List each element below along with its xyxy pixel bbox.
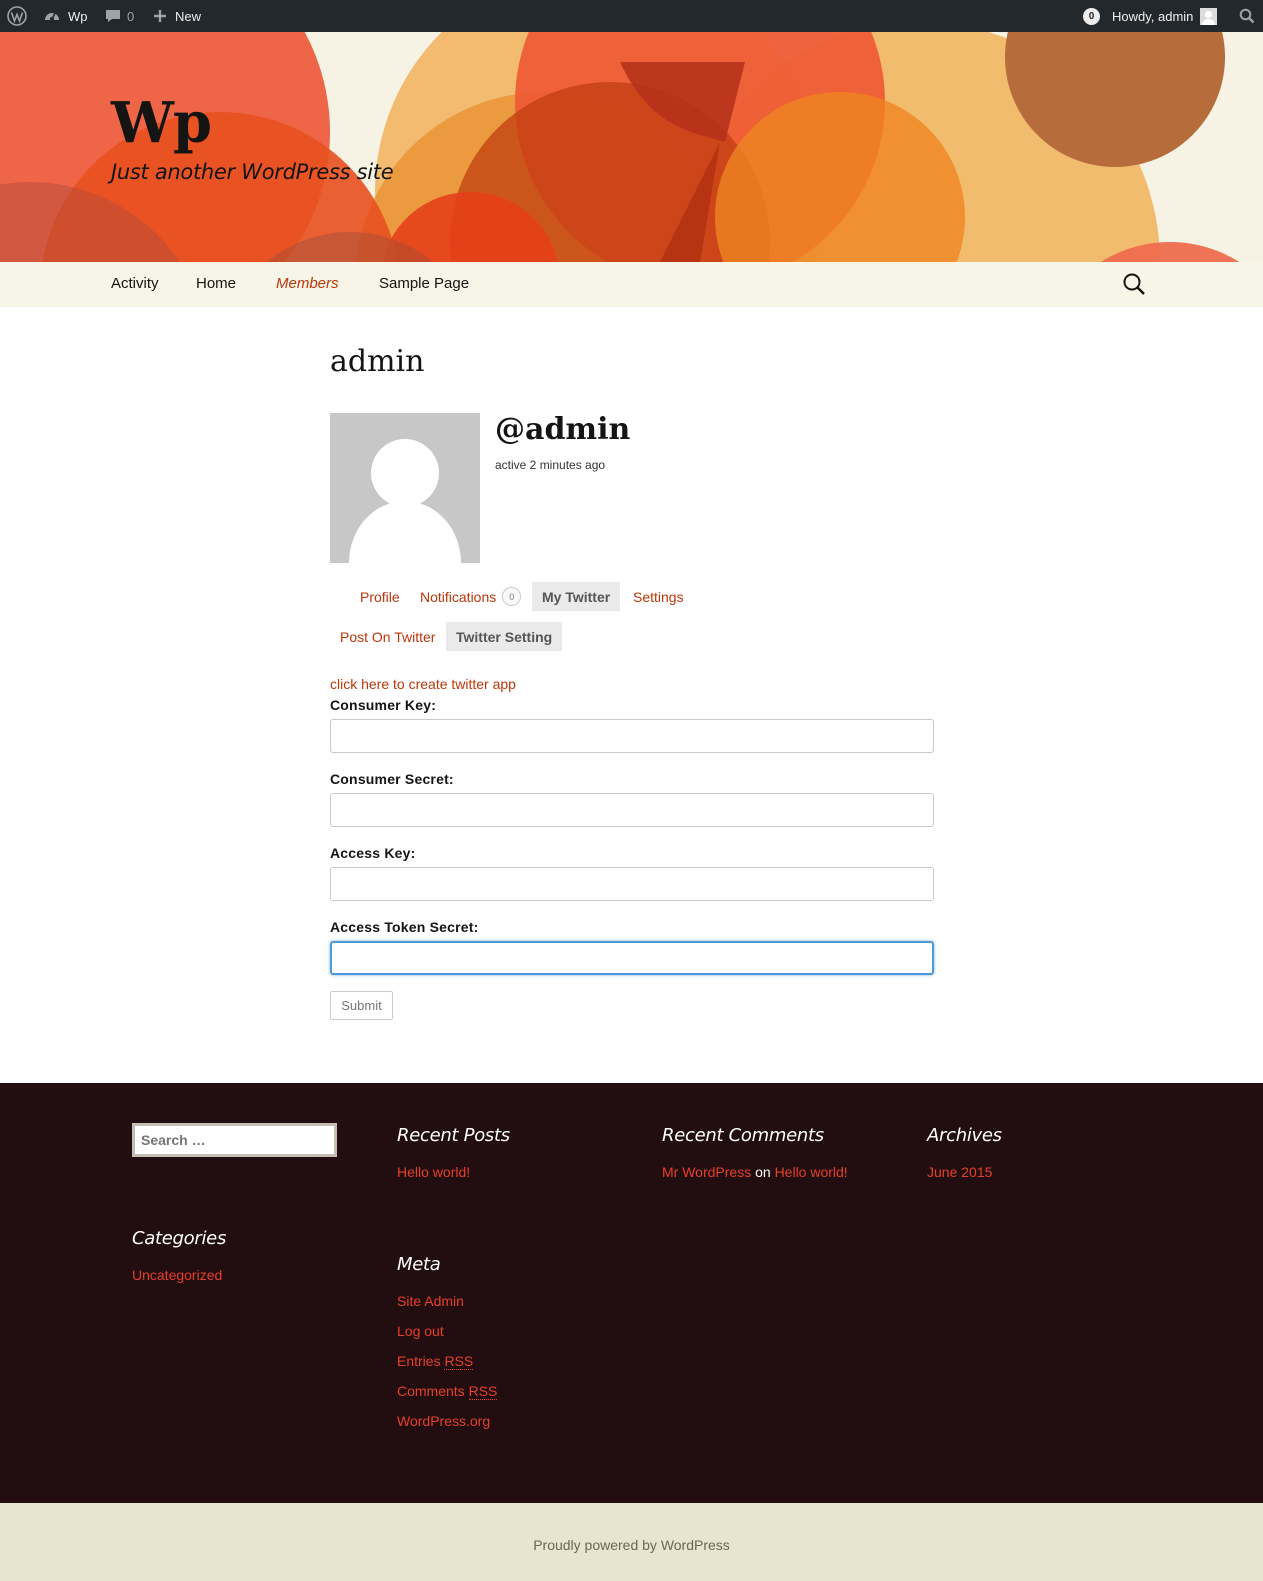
tab-profile-label: Profile <box>360 588 400 605</box>
plus-icon <box>153 9 167 23</box>
consumer-secret-label: Consumer Secret: <box>330 771 454 787</box>
tab-notifications[interactable]: Notifications 0 <box>410 582 531 611</box>
subtab-twitter-setting-label: Twitter Setting <box>456 628 553 645</box>
new-label: New <box>175 8 202 24</box>
dashboard-icon <box>43 7 61 25</box>
comments-menu[interactable]: 0 <box>105 0 134 32</box>
access-key-label: Access Key: <box>330 845 416 861</box>
categories-title: Categories <box>132 1228 227 1249</box>
subtab-post-on-twitter[interactable]: Post On Twitter <box>330 622 445 651</box>
create-twitter-app-link[interactable]: click here to create twitter app <box>330 676 516 692</box>
recent-comment-item: Mr WordPress on Hello world! <box>662 1164 848 1180</box>
recent-post-link[interactable]: Hello world! <box>397 1164 470 1180</box>
wordpress-logo-icon[interactable] <box>7 0 27 32</box>
comments-label: Comments <box>397 1383 465 1399</box>
entries-label: Entries <box>397 1353 441 1369</box>
tab-my-twitter-label: My Twitter <box>542 588 611 605</box>
recent-posts-title: Recent Posts <box>397 1125 510 1146</box>
entries-rss-abbr: RSS <box>444 1353 474 1370</box>
footer-widgets: Recent Posts Hello world! Recent Comment… <box>0 1083 1263 1503</box>
comments-count: 0 <box>127 8 135 24</box>
notifications-count-badge: 0 <box>502 587 522 606</box>
new-content-menu[interactable]: New <box>153 0 201 32</box>
meta-site-admin-link[interactable]: Site Admin <box>397 1293 464 1309</box>
last-activity: active 2 minutes ago <box>495 458 606 472</box>
nav-item-activity[interactable]: Activity <box>111 275 159 292</box>
nav-item-sample-page[interactable]: Sample Page <box>379 275 469 292</box>
admin-bar: Wp 0 New 0 Howdy, admin <box>0 0 1263 32</box>
meta-log-out-link[interactable]: Log out <box>397 1323 444 1339</box>
main-navigation: Activity Home Members Sample Page <box>0 262 1263 307</box>
nav-item-home[interactable]: Home <box>196 275 236 292</box>
subtab-twitter-setting[interactable]: Twitter Setting <box>446 622 563 651</box>
archive-link[interactable]: June 2015 <box>927 1164 992 1180</box>
meta-entries-rss-link[interactable]: Entries RSS <box>397 1353 474 1370</box>
powered-by-link[interactable]: Proudly powered by WordPress <box>0 1537 1263 1553</box>
my-account-menu[interactable]: Howdy, admin <box>1112 0 1218 32</box>
meta-comments-rss-link[interactable]: Comments RSS <box>397 1383 498 1400</box>
comment-icon <box>105 8 121 24</box>
meta-wordpress-org-link[interactable]: WordPress.org <box>397 1413 490 1429</box>
tab-profile[interactable]: Profile <box>350 582 410 611</box>
site-menu[interactable]: Wp <box>43 0 88 32</box>
comments-rss-abbr: RSS <box>468 1383 498 1400</box>
access-token-secret-label: Access Token Secret: <box>330 919 479 935</box>
archives-title: Archives <box>927 1125 1002 1146</box>
recent-comments-title: Recent Comments <box>662 1125 824 1146</box>
subtab-post-on-twitter-label: Post On Twitter <box>340 628 436 645</box>
submit-button[interactable]: Submit <box>330 991 393 1020</box>
site-header: Wp Just another WordPress site <box>0 32 1263 262</box>
site-name: Wp <box>68 8 88 24</box>
avatar[interactable] <box>330 413 480 563</box>
notifications-badge: 0 <box>1083 7 1100 25</box>
comment-post-link[interactable]: Hello world! <box>775 1164 848 1180</box>
meta-title: Meta <box>397 1254 441 1275</box>
tab-my-twitter[interactable]: My Twitter <box>532 582 621 611</box>
notifications-menu[interactable]: 0 <box>1083 0 1100 32</box>
site-title[interactable]: Wp <box>111 90 212 156</box>
tab-notifications-label: Notifications <box>420 588 497 605</box>
access-token-secret-input[interactable] <box>330 941 934 975</box>
site-info: Proudly powered by WordPress <box>0 1503 1263 1581</box>
user-avatar-icon <box>1200 7 1218 25</box>
tab-settings-label: Settings <box>633 588 684 605</box>
nav-item-members[interactable]: Members <box>276 275 339 292</box>
comment-author-link[interactable]: Mr WordPress <box>662 1164 751 1180</box>
site-description: Just another WordPress site <box>111 160 394 184</box>
howdy-text: Howdy, admin <box>1112 8 1194 24</box>
category-link[interactable]: Uncategorized <box>132 1267 222 1283</box>
consumer-secret-input[interactable] <box>330 793 934 827</box>
page-title: admin <box>330 344 425 379</box>
consumer-key-input[interactable] <box>330 719 934 753</box>
admin-bar-search-icon[interactable] <box>1239 0 1255 32</box>
tab-settings[interactable]: Settings <box>623 582 694 611</box>
user-mention-name: @admin <box>495 412 631 447</box>
search-icon[interactable] <box>1122 272 1146 301</box>
consumer-key-label: Consumer Key: <box>330 697 437 713</box>
comment-on-text: on <box>755 1164 771 1180</box>
access-key-input[interactable] <box>330 867 934 901</box>
default-avatar-icon <box>330 413 480 563</box>
footer-search-input[interactable] <box>132 1123 337 1157</box>
